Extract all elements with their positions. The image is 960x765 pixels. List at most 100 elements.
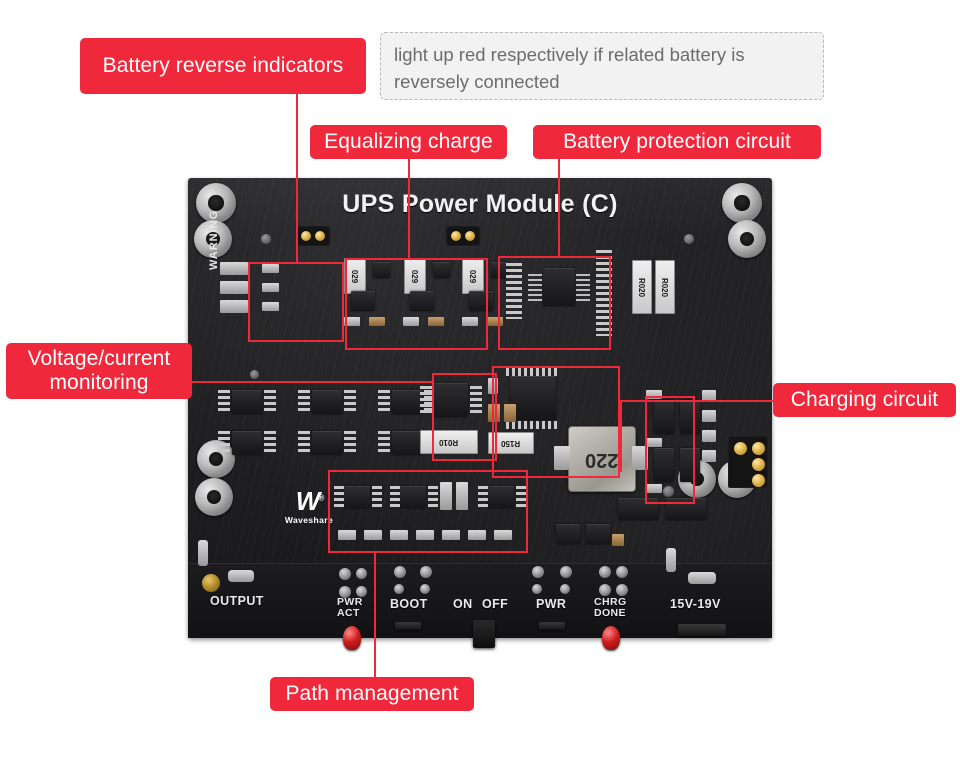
label-chrg-done: CHRG DONE	[594, 596, 627, 619]
via	[394, 584, 404, 594]
region-battery-reverse-indicators	[248, 262, 344, 342]
lead-voltage-current-monitoring	[184, 381, 242, 383]
gold-pin	[315, 231, 325, 241]
power-slide-switch[interactable]	[473, 620, 495, 648]
charging-passive	[702, 430, 716, 442]
chrg-done-led	[602, 626, 620, 650]
standoff-top-right	[722, 183, 762, 223]
reverse-led-3	[220, 300, 248, 313]
monitor-pads	[298, 390, 310, 414]
tooltip-battery-reverse-indicators: light up red respectively if related bat…	[380, 32, 824, 100]
via	[339, 568, 351, 580]
resistor-r020-b: R020	[655, 260, 675, 314]
charging-passive	[702, 450, 716, 462]
via	[532, 584, 542, 594]
callout-path-management[interactable]: Path management	[270, 677, 474, 711]
gold-pin	[301, 231, 311, 241]
region-charging-left	[492, 366, 620, 478]
label-off: OFF	[482, 597, 509, 611]
monitor-pads	[298, 431, 310, 455]
via	[599, 566, 611, 578]
monitor-pads	[344, 390, 356, 414]
lead-voltage-current-monitoring-2	[242, 381, 434, 383]
callout-label: Battery protection circuit	[563, 130, 791, 154]
charging-passive	[702, 410, 716, 422]
monitor-pads	[264, 431, 276, 455]
monitor-ic	[232, 390, 262, 414]
output-tab	[198, 540, 208, 566]
gold-pin	[734, 442, 747, 455]
output-ic	[556, 524, 580, 544]
lead-equalizing-charge	[408, 158, 410, 258]
monitor-ic	[392, 431, 422, 455]
label-pwr: PWR	[536, 597, 567, 611]
region-charging-circuit	[645, 396, 695, 504]
lead-battery-protection	[558, 158, 560, 256]
lead-charging-circuit	[695, 400, 775, 402]
via	[394, 566, 406, 578]
silk-screw-left	[261, 234, 271, 244]
monitor-pads	[218, 390, 230, 414]
output-pad	[228, 570, 254, 582]
via	[356, 568, 367, 579]
region-path-management	[328, 470, 528, 553]
callout-battery-reverse-indicators[interactable]: Battery reverse indicators	[80, 38, 366, 94]
silk-screw-mid-left	[250, 370, 259, 379]
lead-path-management	[374, 553, 376, 677]
monitor-ic	[392, 390, 422, 414]
registered-trademark-icon: ®	[318, 493, 324, 503]
pwr-button[interactable]	[539, 622, 565, 630]
label-input-voltage: 15V-19V	[670, 597, 721, 611]
boot-button[interactable]	[395, 622, 421, 630]
via	[532, 566, 544, 578]
gold-pin	[465, 231, 475, 241]
board-bottom-bar: OUTPUT PWR ACT BOOT ON OFF PWR CHRG DONE…	[188, 540, 772, 650]
callout-battery-protection-circuit[interactable]: Battery protection circuit	[533, 125, 821, 159]
pwr-act-led	[343, 626, 361, 650]
reverse-led-2	[220, 281, 248, 294]
callout-label: Battery reverse indicators	[102, 54, 344, 78]
label-on: ON	[453, 597, 473, 611]
callout-voltage-current-monitoring[interactable]: Voltage/current monitoring	[6, 343, 192, 399]
region-voltage-current-monitoring	[432, 373, 497, 461]
label-pwr-act: PWR ACT	[337, 596, 363, 619]
callout-label: Charging circuit	[790, 388, 939, 412]
monitor-pads	[378, 431, 390, 455]
gold-pin	[752, 442, 765, 455]
via	[560, 584, 570, 594]
output-jack	[202, 574, 220, 592]
board-title: UPS Power Module (C)	[342, 190, 618, 218]
dc-input-connector[interactable]	[678, 624, 726, 636]
sense-pads-left	[420, 386, 432, 414]
lead-battery-reverse-indicators	[296, 94, 298, 262]
via	[616, 566, 628, 578]
monitor-pads	[264, 390, 276, 414]
callout-equalizing-charge[interactable]: Equalizing charge	[310, 125, 507, 159]
via	[616, 584, 628, 596]
reverse-led-1	[220, 262, 248, 275]
resistor-r020-a: R020	[632, 260, 652, 314]
battery-connector-right	[446, 226, 480, 246]
dc-input-pad	[688, 572, 716, 584]
monitor-ic	[312, 431, 342, 455]
callout-label: Voltage/current monitoring	[27, 346, 171, 394]
monitor-pads	[378, 390, 390, 414]
callout-charging-circuit[interactable]: Charging circuit	[773, 383, 956, 417]
label-output: OUTPUT	[210, 594, 264, 608]
callout-label: Path management	[285, 682, 459, 706]
via	[420, 584, 430, 594]
warning-silk-text: WARNING	[208, 209, 220, 270]
monitor-ic	[232, 431, 262, 455]
gold-pin	[752, 474, 765, 487]
tooltip-text: light up red respectively if related bat…	[394, 44, 745, 92]
gold-pin	[752, 458, 765, 471]
output-ic	[586, 524, 610, 544]
right-gold-header	[728, 436, 768, 488]
gold-pin	[451, 231, 461, 241]
orange-cap	[612, 534, 624, 546]
standoff-bottom-left-lower	[195, 478, 233, 516]
region-equalizing-charge	[345, 258, 488, 350]
annotated-product-diagram: UPS Power Module (C) WARNING 029 029 029…	[0, 0, 960, 765]
battery-connector-left	[296, 226, 330, 246]
lead-charging-bridge-v	[620, 400, 622, 472]
